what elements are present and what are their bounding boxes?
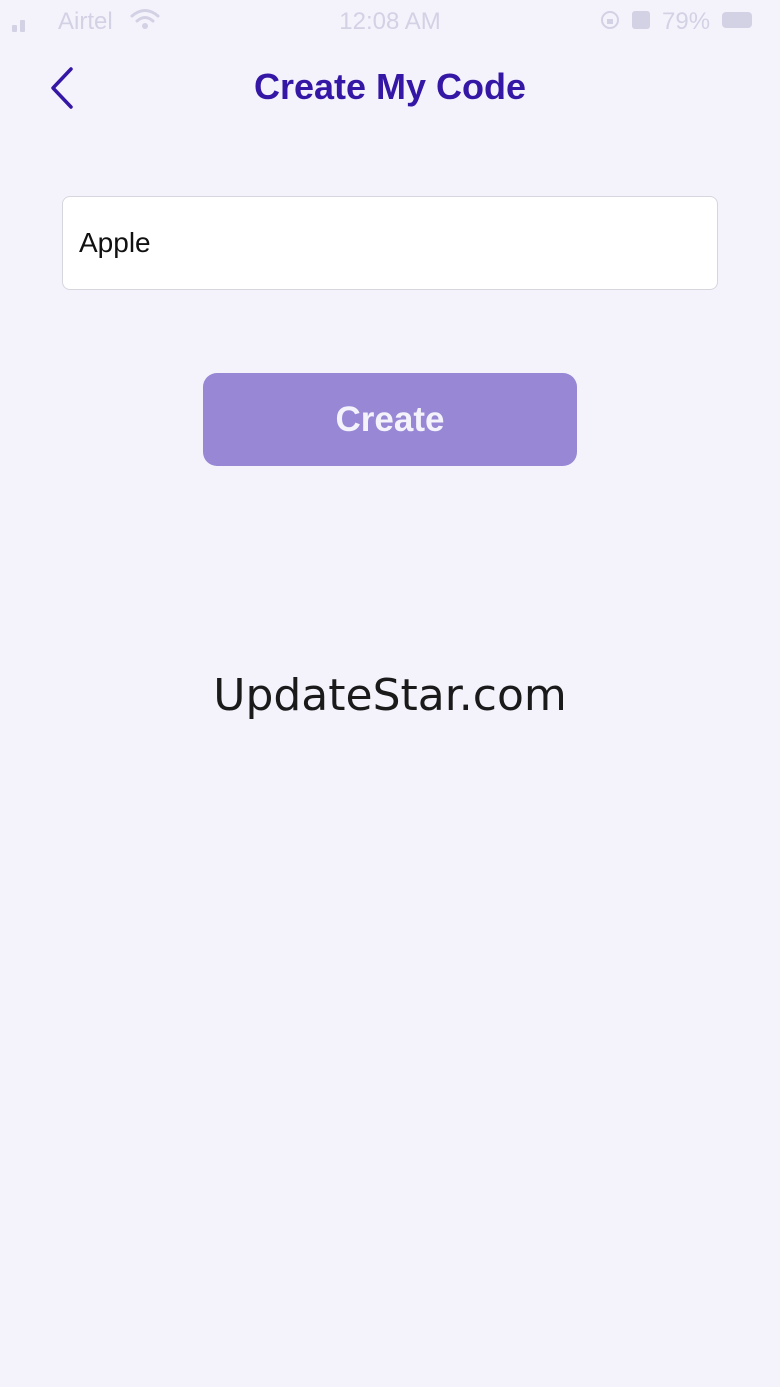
alarm-icon <box>632 11 650 29</box>
create-code-screen: Airtel 12:08 AM 79% Create My Code Creat… <box>0 0 780 1387</box>
battery-percent: 79% <box>662 8 711 35</box>
battery-icon <box>722 12 752 28</box>
status-bar: Airtel 12:08 AM 79% <box>0 0 780 44</box>
code-name-input[interactable] <box>62 196 718 290</box>
orientation-lock-icon <box>601 11 619 29</box>
page-title: Create My Code <box>253 66 527 107</box>
watermark-text: UpdateStar.com <box>213 670 567 721</box>
create-button[interactable]: Create <box>203 373 577 466</box>
